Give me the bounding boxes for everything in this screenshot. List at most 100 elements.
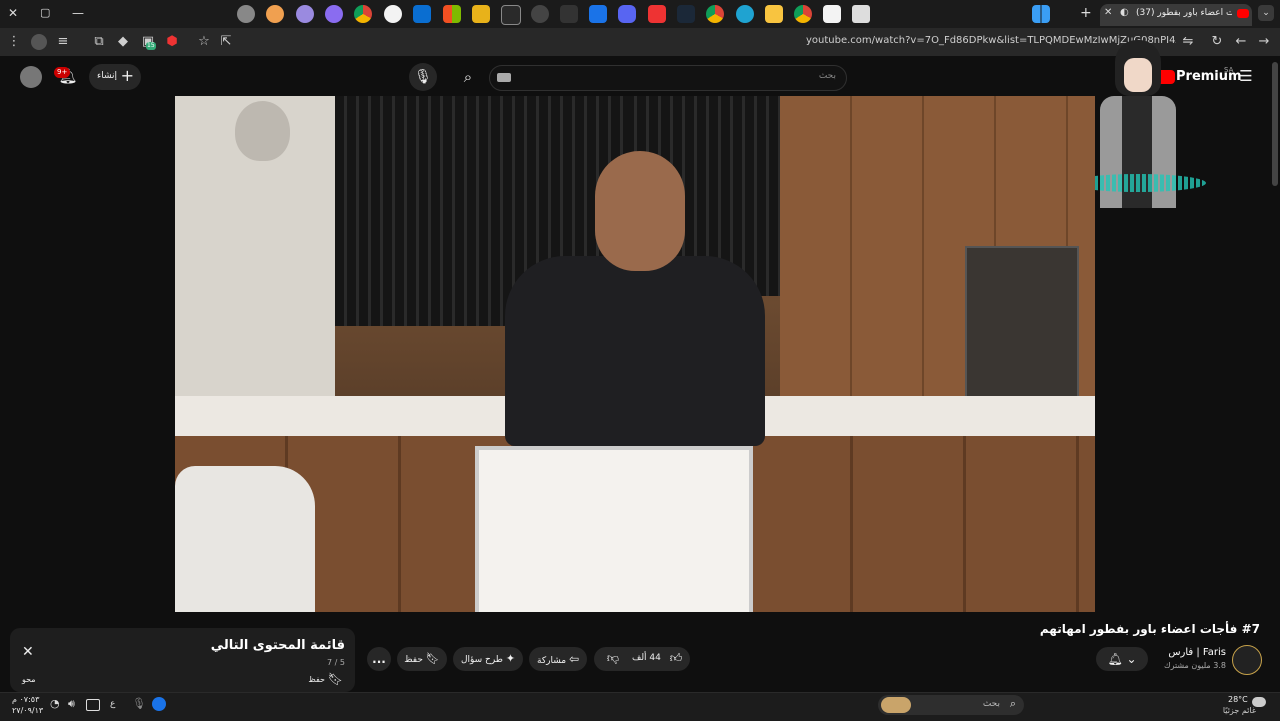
tab-close-icon[interactable]: ✕: [1104, 7, 1112, 18]
playlist-title: قائمة المحتوى التالي: [210, 638, 345, 653]
notifications-badge: 9+: [54, 67, 71, 78]
taskbar-app-steam-icon[interactable]: [677, 5, 695, 23]
save-button[interactable]: حفظ 🔖︎: [397, 647, 447, 671]
video-scene-person-head: [595, 151, 685, 271]
taskbar-app-store-icon[interactable]: [823, 5, 841, 23]
extension-badge: 15: [146, 42, 156, 50]
taskbar-app-discord-icon[interactable]: [618, 5, 636, 23]
subscribe-bell-button[interactable]: 🔔︎ ⌄: [1096, 647, 1148, 671]
video-scene-egg: [235, 101, 290, 161]
window-maximize-icon[interactable]: ▢: [40, 6, 54, 20]
taskbar-app-explorer-icon[interactable]: [765, 5, 783, 23]
forward-icon[interactable]: →: [1256, 34, 1272, 50]
video-scene-person-body: [505, 256, 765, 446]
taskbar-app-chrome2-icon[interactable]: [354, 5, 372, 23]
playlist-shuffle-label: محو: [22, 675, 36, 684]
taskbar-app-windows-icon[interactable]: [443, 5, 461, 23]
taskbar-app-chrome-icon[interactable]: [706, 5, 724, 23]
bookmark-icon: 🔖︎: [425, 652, 440, 665]
bookmark-star-icon[interactable]: ☆: [196, 34, 212, 50]
share-page-icon[interactable]: ⇱: [218, 34, 234, 50]
window-minimize-icon[interactable]: —: [72, 6, 86, 20]
share-label: مشاركة: [537, 656, 567, 666]
reading-list-icon[interactable]: ≡: [55, 34, 71, 50]
channel-avatar[interactable]: [1232, 645, 1262, 675]
back-icon[interactable]: ←: [1233, 34, 1249, 50]
taskbar-app-epic-icon[interactable]: [501, 5, 521, 25]
keyboard-icon[interactable]: [497, 73, 511, 82]
search-highlight-image: [881, 697, 911, 713]
taskbar-app-blue-icon[interactable]: [413, 5, 431, 23]
tab-title: (37) فأجات اعضاء باور بفطور: [1136, 8, 1232, 18]
taskbar-app-purple-icon[interactable]: [325, 5, 343, 23]
windows-taskbar: [0, 692, 1280, 721]
like-button-icon[interactable]: 👍︎: [667, 651, 685, 667]
video-player[interactable]: [175, 96, 1095, 612]
tab-audio-icon[interactable]: ◐: [1120, 7, 1129, 18]
create-plus-icon: +: [120, 66, 134, 85]
tray-wifi-icon[interactable]: ◔: [50, 697, 60, 710]
profile-icon[interactable]: [31, 34, 47, 50]
save-label: حفظ: [404, 655, 423, 665]
window-close-icon[interactable]: ✕: [8, 6, 22, 20]
taskbar-search-input[interactable]: ⌕ بحث: [878, 695, 1024, 715]
page-scrollbar[interactable]: [1272, 62, 1278, 186]
taskbar-app-gear-icon[interactable]: [237, 5, 255, 23]
playlist-save-icon[interactable]: 🔖︎: [328, 672, 343, 686]
playlist-panel[interactable]: ✕ قائمة المحتوى التالي 7 / 5 🔖︎ حفظ محو: [10, 628, 355, 692]
extension-red-icon[interactable]: ⬢: [164, 34, 180, 50]
taskbar-app-adobe-icon[interactable]: [648, 5, 666, 23]
start-button-icon[interactable]: [1032, 5, 1050, 23]
taskbar-app-dark-icon[interactable]: [560, 5, 578, 23]
ask-button[interactable]: طرح سؤال ✦: [453, 647, 523, 671]
extension-badge-icon[interactable]: ▣ 15: [140, 34, 156, 50]
playlist-close-icon[interactable]: ✕: [22, 644, 34, 660]
more-actions-button[interactable]: ...: [367, 647, 391, 671]
taskbar-app-obs-icon[interactable]: [531, 5, 549, 23]
taskbar-app-w-icon[interactable]: [384, 5, 402, 23]
taskbar-app-task-view-icon[interactable]: [852, 5, 870, 23]
create-label: إنشاء: [97, 71, 118, 81]
clock-date[interactable]: ٢٧/٠٩/١٣: [12, 706, 43, 715]
new-tab-icon[interactable]: +: [1080, 6, 1094, 20]
sparkle-icon: ✦: [505, 652, 516, 665]
guide-menu-icon[interactable]: ☰: [1238, 68, 1254, 84]
taskbar-app-orange-icon[interactable]: [266, 5, 284, 23]
taskbar-app-yellow-icon[interactable]: [472, 5, 490, 23]
tray-volume-icon[interactable]: 🔊︎: [68, 697, 75, 711]
video-scene-oven: [965, 246, 1079, 415]
bell-icon: 🔔︎ ⌄: [1107, 652, 1137, 666]
weather-text: غائم جزئيًا: [1222, 706, 1256, 715]
active-tab[interactable]: ✕ ◐ (37) فأجات اعضاء باور بفطور: [1100, 4, 1252, 26]
youtube-favicon-icon: [1237, 9, 1249, 18]
tab-list-icon[interactable]: ⌄: [1258, 5, 1274, 21]
taskbar-app-edge-icon[interactable]: [736, 5, 754, 23]
subscriber-count: 3.8 مليون مشترك: [1163, 661, 1226, 670]
tray-language[interactable]: ع: [110, 699, 115, 709]
dislike-button-icon[interactable]: 👎︎: [604, 651, 622, 667]
share-icon: ⇦: [568, 652, 579, 666]
video-title: #7 فأجات اعضاء باور بفطور امهاتهم: [1039, 622, 1260, 636]
tray-battery-icon[interactable]: [86, 699, 100, 711]
playlist-position: 7 / 5: [327, 658, 345, 667]
share-button[interactable]: مشاركة ⇦: [529, 647, 587, 671]
taskbar-app-mail-icon[interactable]: [589, 5, 607, 23]
extension-diamond-icon[interactable]: ◆: [115, 34, 131, 50]
tray-overflow-icon[interactable]: [152, 697, 166, 711]
menu-dots-icon[interactable]: ⋮: [6, 34, 22, 50]
search-input[interactable]: بحث: [489, 65, 847, 91]
search-button-icon[interactable]: ⌕: [454, 63, 482, 91]
voice-search-icon[interactable]: 🎙︎: [409, 63, 437, 91]
create-button[interactable]: + إنشاء: [89, 64, 141, 90]
browser-title-bar: ✕ ▢ — + ✕ ◐ (37) فأجات اعضاء باور بفطور …: [0, 0, 1280, 28]
account-avatar[interactable]: [20, 66, 42, 88]
weather-icon[interactable]: [1252, 697, 1266, 707]
clock-time[interactable]: ٠٧:٥٣ م: [12, 695, 39, 704]
weather-temp[interactable]: 28°C: [1228, 695, 1248, 704]
tray-mic-icon[interactable]: 🎙︎: [132, 697, 146, 710]
extensions-icon[interactable]: ⧉: [91, 34, 107, 50]
taskbar-app-lavender-icon[interactable]: [296, 5, 314, 23]
channel-name[interactable]: فارس | Faris: [1148, 647, 1226, 658]
taskbar-app-chrome-active-icon[interactable]: [794, 5, 812, 23]
reload-icon[interactable]: ↻: [1209, 34, 1225, 50]
